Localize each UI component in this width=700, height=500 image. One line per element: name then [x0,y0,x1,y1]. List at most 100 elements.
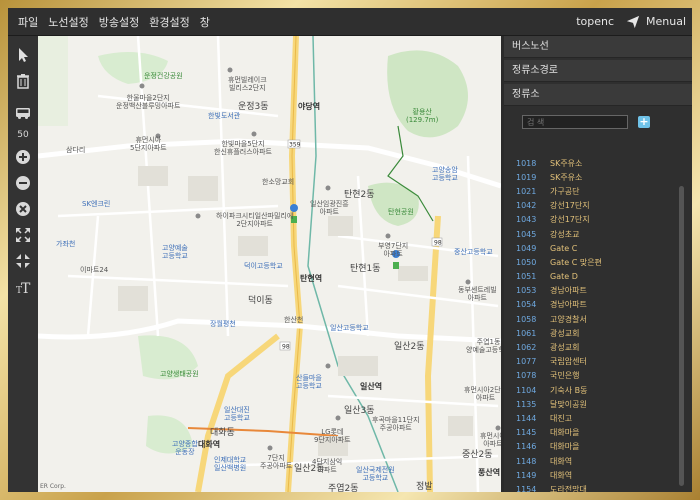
map-label: 삼다리 [66,146,86,154]
stop-list-item[interactable]: 1021 가구공단 [504,184,680,198]
zoom-level: 50 [17,130,29,140]
stop-list-item[interactable]: 1018 SK주유소 [504,156,680,170]
stop-list-scrollbar[interactable] [679,186,684,486]
stop-list-item[interactable]: 1078 국민은행 [504,369,680,383]
add-stop-button[interactable]: + [638,116,650,128]
stop-id: 1021 [516,186,537,196]
stop-name: Gate C 맞은편 [550,257,602,267]
stop-list-item[interactable]: 1050 Gate C 맞은편 [504,255,680,269]
zoom-in-button[interactable] [12,146,34,168]
svg-text:98: 98 [282,344,290,351]
stop-name: 강성초교 [550,229,580,239]
stop-id: 1145 [516,428,537,438]
stop-name: Gate D [550,272,578,282]
manual-link[interactable]: Menual [646,15,692,28]
stop-name: 도라전망대 [550,484,587,492]
stop-list-item[interactable]: 1019 SK주유소 [504,170,680,184]
stop-list-item[interactable]: 1042 강선17단지 [504,199,680,213]
stop-id: 1144 [516,413,537,423]
map-label: 일산고등학교 [330,324,369,332]
svg-text:T: T [21,281,31,295]
map-label: 이마트24 [80,266,109,274]
send-icon[interactable] [626,15,640,29]
stop-id: 1154 [516,484,537,492]
menu-file[interactable]: 파일 [8,14,43,30]
map-label: 야당역 [298,102,321,111]
panel-header-stop-path[interactable]: 정류소경로 [504,60,692,82]
stop-list-item[interactable]: 1077 국립암센터 [504,355,680,369]
stop-list-item[interactable]: 1062 광성교회 [504,340,680,354]
stop-name: 대화마을 [550,442,580,452]
map-label: 휴먼시아 5단지아파트 [130,136,167,153]
map-label: 산들마을 고등학교 [296,374,322,391]
map-label: 고양예술 고등학교 [162,244,188,261]
stop-name: 국민은행 [550,371,580,381]
delete-tool[interactable] [12,70,34,92]
map-label: 한산천 [284,316,304,324]
map-label: 휴먼시아2단지 아파트 [464,386,501,403]
stop-list-item[interactable]: 1154 도라전망대 [504,482,680,492]
stop-id: 1135 [516,399,537,409]
map-view[interactable]: 359 98 98 운정건강공원 휴먼빌레이크 빌리스2단지 한울마을2단지 운정백… [38,36,501,492]
stop-list-item[interactable]: 1144 대진고 [504,411,680,425]
expand-icon [16,228,30,242]
pointer-icon [19,48,28,62]
menu-environment-settings[interactable]: 환경설정 [144,14,194,30]
map-label: 가좌천 [56,240,76,248]
stop-name: 대화역 [550,456,573,466]
stop-name: 경남아파트 [550,286,587,296]
menu-window[interactable]: 창 [195,14,215,30]
collapse-button[interactable] [12,250,34,272]
map-label: 고양송암 고등학교 [432,166,458,183]
stop-list-item[interactable]: 1104 기숙사 B동 [504,383,680,397]
stop-name: 고양경찰서 [550,314,587,324]
map-label: 탄현역 [300,274,323,283]
map-label: 부영7단지 아파트 [378,242,409,259]
map-label: 주엽2동 [328,484,359,492]
trash-icon [17,74,29,89]
stop-id: 1058 [516,314,537,324]
stop-id: 1049 [516,243,537,253]
stop-list-item[interactable]: 1045 강성초교 [504,227,680,241]
text-size-button[interactable]: TT [12,276,34,298]
stop-name: 국립암센터 [550,357,587,367]
stop-id: 1148 [516,456,537,466]
stop-name: Gate C [550,243,578,253]
stop-list-item[interactable]: 1149 대화역 [504,468,680,482]
stop-list-item[interactable]: 1148 대화역 [504,454,680,468]
panel-header-stops[interactable]: 정류소 [504,84,692,106]
stop-list-item[interactable]: 1053 경남아파트 [504,284,680,298]
stop-id: 1051 [516,272,537,282]
stop-search-input[interactable] [522,115,628,129]
map-label: LG롯데 9단지아파트 [314,428,351,445]
map-label: 탄현2동 [344,190,375,200]
stop-list-item[interactable]: 1061 광성교회 [504,326,680,340]
zoom-out-button[interactable] [12,172,34,194]
menu-broadcast-settings[interactable]: 방송설정 [94,14,144,30]
menu-route-settings[interactable]: 노선설정 [43,14,93,30]
stop-name: 강선17단지 [550,215,590,225]
bus-tool[interactable] [12,102,34,124]
panel-header-bus-route[interactable]: 버스노선 [504,36,692,58]
stop-id: 1050 [516,257,537,267]
stop-id: 1042 [516,201,537,211]
stop-name: 광성교회 [550,328,580,338]
stop-list-item[interactable]: 1135 달맞이공원 [504,397,680,411]
stop-list-item[interactable]: 1145 대화마을 [504,426,680,440]
stop-list-item[interactable]: 1043 강선17단지 [504,213,680,227]
map-label: 일산2동 [394,342,425,352]
stop-list-item[interactable]: 1054 경남아파트 [504,298,680,312]
expand-button[interactable] [12,224,34,246]
stop-list-item[interactable]: 1058 고양경찰서 [504,312,680,326]
clear-button[interactable] [12,198,34,220]
map-label: 운정3동 [238,102,269,112]
close-circle-icon [16,202,30,216]
stop-list-item[interactable]: 1049 Gate C [504,241,680,255]
stop-list-item[interactable]: 1051 Gate D [504,270,680,284]
stop-name: 광성교회 [550,343,580,353]
map-label: SK엔크린 [82,200,111,208]
stop-list-item[interactable]: 1146 대화마을 [504,440,680,454]
stop-search-row: + [504,107,692,137]
select-pointer-tool[interactable] [12,44,34,66]
map-label: 대화역 [198,440,221,449]
